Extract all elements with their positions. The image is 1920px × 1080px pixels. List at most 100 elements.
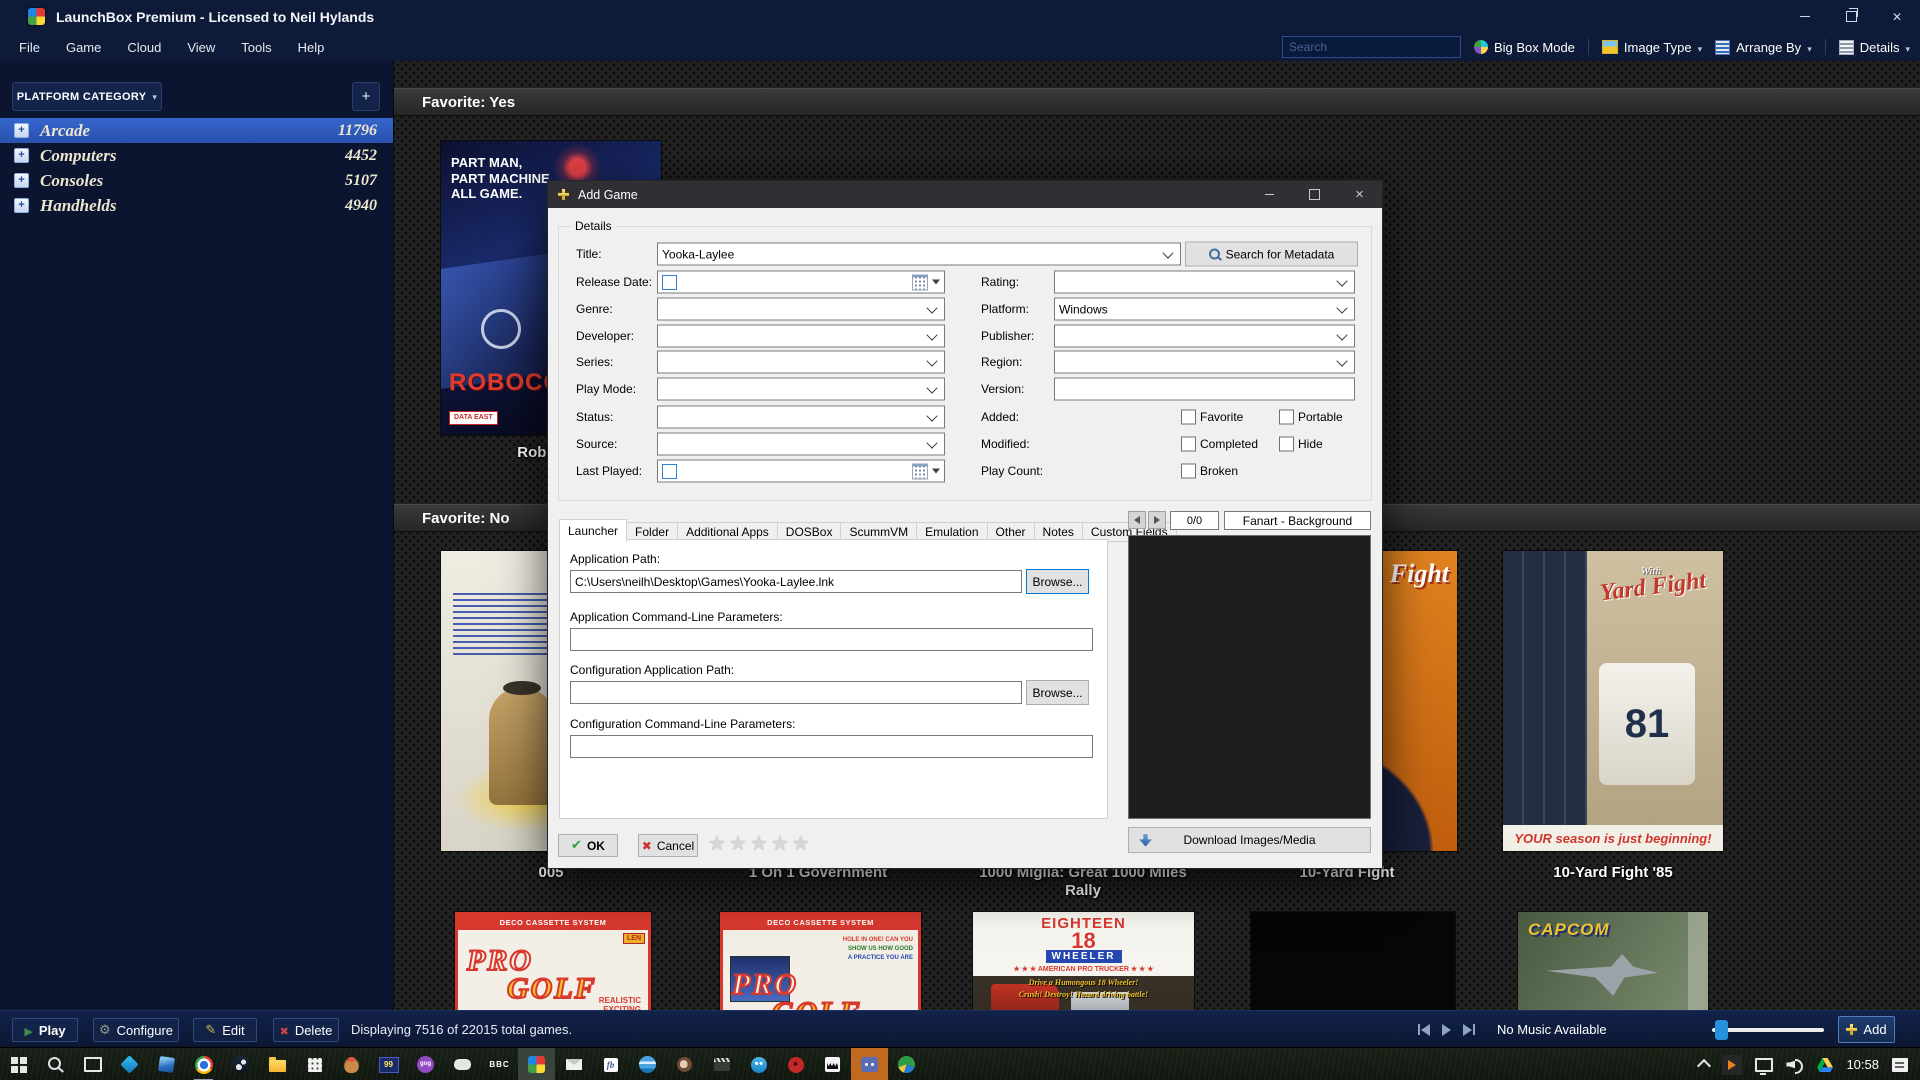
close-button[interactable] (1874, 0, 1920, 33)
chevron-down-icon[interactable] (926, 355, 937, 366)
task-view-icon[interactable] (74, 1048, 111, 1080)
configure-button[interactable]: Configure (93, 1018, 179, 1042)
title-combobox[interactable] (657, 243, 1181, 266)
previous-track-button[interactable] (1418, 1024, 1430, 1036)
image-type-selector[interactable]: Fanart - Background (1224, 511, 1371, 530)
previous-image-button[interactable] (1128, 511, 1146, 529)
discord-icon[interactable] (851, 1048, 888, 1080)
chevron-down-icon[interactable] (1336, 355, 1347, 366)
restore-button[interactable] (1828, 0, 1874, 33)
release-date-checkbox[interactable] (662, 275, 677, 290)
status-combobox[interactable] (657, 406, 945, 429)
dialog-close-button[interactable] (1337, 181, 1382, 208)
chevron-down-icon[interactable] (926, 302, 937, 313)
menu-tools[interactable]: Tools (228, 40, 284, 55)
dialog-titlebar[interactable]: Add Game (548, 181, 1382, 208)
tab-launcher[interactable]: Launcher (559, 519, 627, 542)
sidebar-item-computers[interactable]: Computers 4452 (0, 143, 393, 168)
calendar-icon[interactable] (912, 274, 928, 290)
expand-icon[interactable] (14, 148, 29, 163)
sidebar-item-handhelds[interactable]: Handhelds 4940 (0, 193, 393, 218)
edit-button[interactable]: Edit (193, 1018, 257, 1042)
completed-checkbox[interactable] (1181, 437, 1196, 452)
series-combobox[interactable] (657, 351, 945, 374)
store-icon[interactable] (296, 1048, 333, 1080)
chevron-down-icon[interactable] (926, 329, 937, 340)
expand-icon[interactable] (14, 173, 29, 188)
fb-icon[interactable]: fb (592, 1048, 629, 1080)
expand-icon[interactable] (14, 198, 29, 213)
big-box-mode-button[interactable]: Big Box Mode (1474, 40, 1575, 55)
expand-icon[interactable] (14, 123, 29, 138)
image-type-dropdown[interactable]: Image Type (1602, 40, 1702, 55)
play-mode-combobox[interactable] (657, 378, 945, 401)
application-path-input[interactable] (570, 570, 1022, 593)
broken-checkbox[interactable] (1181, 464, 1196, 479)
chevron-down-icon[interactable] (926, 437, 937, 448)
menu-game[interactable]: Game (53, 40, 114, 55)
google-drive-icon[interactable] (1817, 1058, 1833, 1072)
browse-application-path-button[interactable]: Browse... (1026, 569, 1089, 594)
browse-config-path-button[interactable]: Browse... (1026, 680, 1089, 705)
chevron-down-icon[interactable] (1336, 329, 1347, 340)
search-input[interactable] (1282, 36, 1461, 58)
game-cover-capcom[interactable]: CAPCOM (1518, 912, 1708, 1010)
add-game-button[interactable]: Add (1838, 1016, 1895, 1043)
dialog-minimize-button[interactable] (1247, 181, 1292, 208)
network-icon[interactable] (1755, 1058, 1773, 1072)
portable-checkbox[interactable] (1279, 410, 1294, 425)
publisher-input[interactable] (1059, 326, 1336, 347)
next-image-button[interactable] (1148, 511, 1166, 529)
series-input[interactable] (662, 352, 926, 373)
bbc-icon[interactable]: BBC (481, 1048, 518, 1080)
vlc-icon[interactable] (629, 1048, 666, 1080)
details-dropdown[interactable]: Details (1839, 40, 1910, 55)
gog-icon[interactable]: gog (407, 1048, 444, 1080)
file-explorer-icon[interactable] (259, 1048, 296, 1080)
game-cover-10-yard-fight-85[interactable]: With Yard Fight 81 YOUR season is just b… (1503, 551, 1723, 851)
developer-combobox[interactable] (657, 325, 945, 348)
menu-help[interactable]: Help (285, 40, 338, 55)
game-cover-black[interactable] (1251, 912, 1455, 1010)
source-combobox[interactable] (657, 433, 945, 456)
monster-icon[interactable] (814, 1048, 851, 1080)
region-input[interactable] (1059, 352, 1336, 373)
star-icon-3[interactable] (750, 831, 768, 855)
volume-slider-track[interactable] (1712, 1028, 1824, 1032)
notification-center-icon[interactable] (1892, 1058, 1908, 1072)
genre-combobox[interactable] (657, 298, 945, 321)
menu-cloud[interactable]: Cloud (114, 40, 174, 55)
monkey-audio-icon[interactable] (666, 1048, 703, 1080)
blue-face-icon[interactable] (740, 1048, 777, 1080)
version-field[interactable] (1054, 378, 1355, 401)
platform-category-dropdown[interactable]: PLATFORM CATEGORY (12, 82, 162, 111)
menu-view[interactable]: View (174, 40, 228, 55)
region-combobox[interactable] (1054, 351, 1355, 374)
platform-combobox[interactable] (1054, 298, 1355, 321)
tv-99-icon[interactable]: 99 (370, 1048, 407, 1080)
sidebar-item-consoles[interactable]: Consoles 5107 (0, 168, 393, 193)
clock[interactable]: 10:58 (1846, 1057, 1879, 1072)
rating-input[interactable] (1059, 272, 1336, 293)
blue-cube-app-icon[interactable] (148, 1048, 185, 1080)
mail-icon[interactable] (555, 1048, 592, 1080)
last-played-picker[interactable] (657, 460, 945, 483)
star-icon-4[interactable] (771, 831, 789, 855)
add-platform-button[interactable]: + (352, 82, 380, 111)
game-cover-pro-golf-2[interactable]: DECO CASSETTE SYSTEM HOLE IN ONE! CAN YO… (720, 912, 921, 1010)
tray-orange-arrow-icon[interactable] (1722, 1055, 1742, 1075)
chevron-down-icon[interactable] (1336, 302, 1347, 313)
start-icon[interactable] (0, 1048, 37, 1080)
game-cover-eighteen-wheeler[interactable]: EIGHTEEN 18 WHEELER ★ ★ ★ AMERICAN PRO T… (973, 912, 1194, 1010)
star-icon-5[interactable] (792, 831, 810, 855)
genre-input[interactable] (662, 299, 926, 320)
play-button[interactable]: Play (12, 1018, 78, 1042)
steam-icon[interactable] (222, 1048, 259, 1080)
next-track-button[interactable] (1463, 1024, 1475, 1036)
ok-button[interactable]: OK (558, 834, 618, 857)
launchbox-taskbar-icon[interactable] (518, 1048, 555, 1080)
rating-combobox[interactable] (1054, 271, 1355, 294)
application-params-input[interactable] (570, 628, 1093, 651)
source-input[interactable] (662, 434, 926, 455)
dialog-maximize-button[interactable] (1292, 181, 1337, 208)
